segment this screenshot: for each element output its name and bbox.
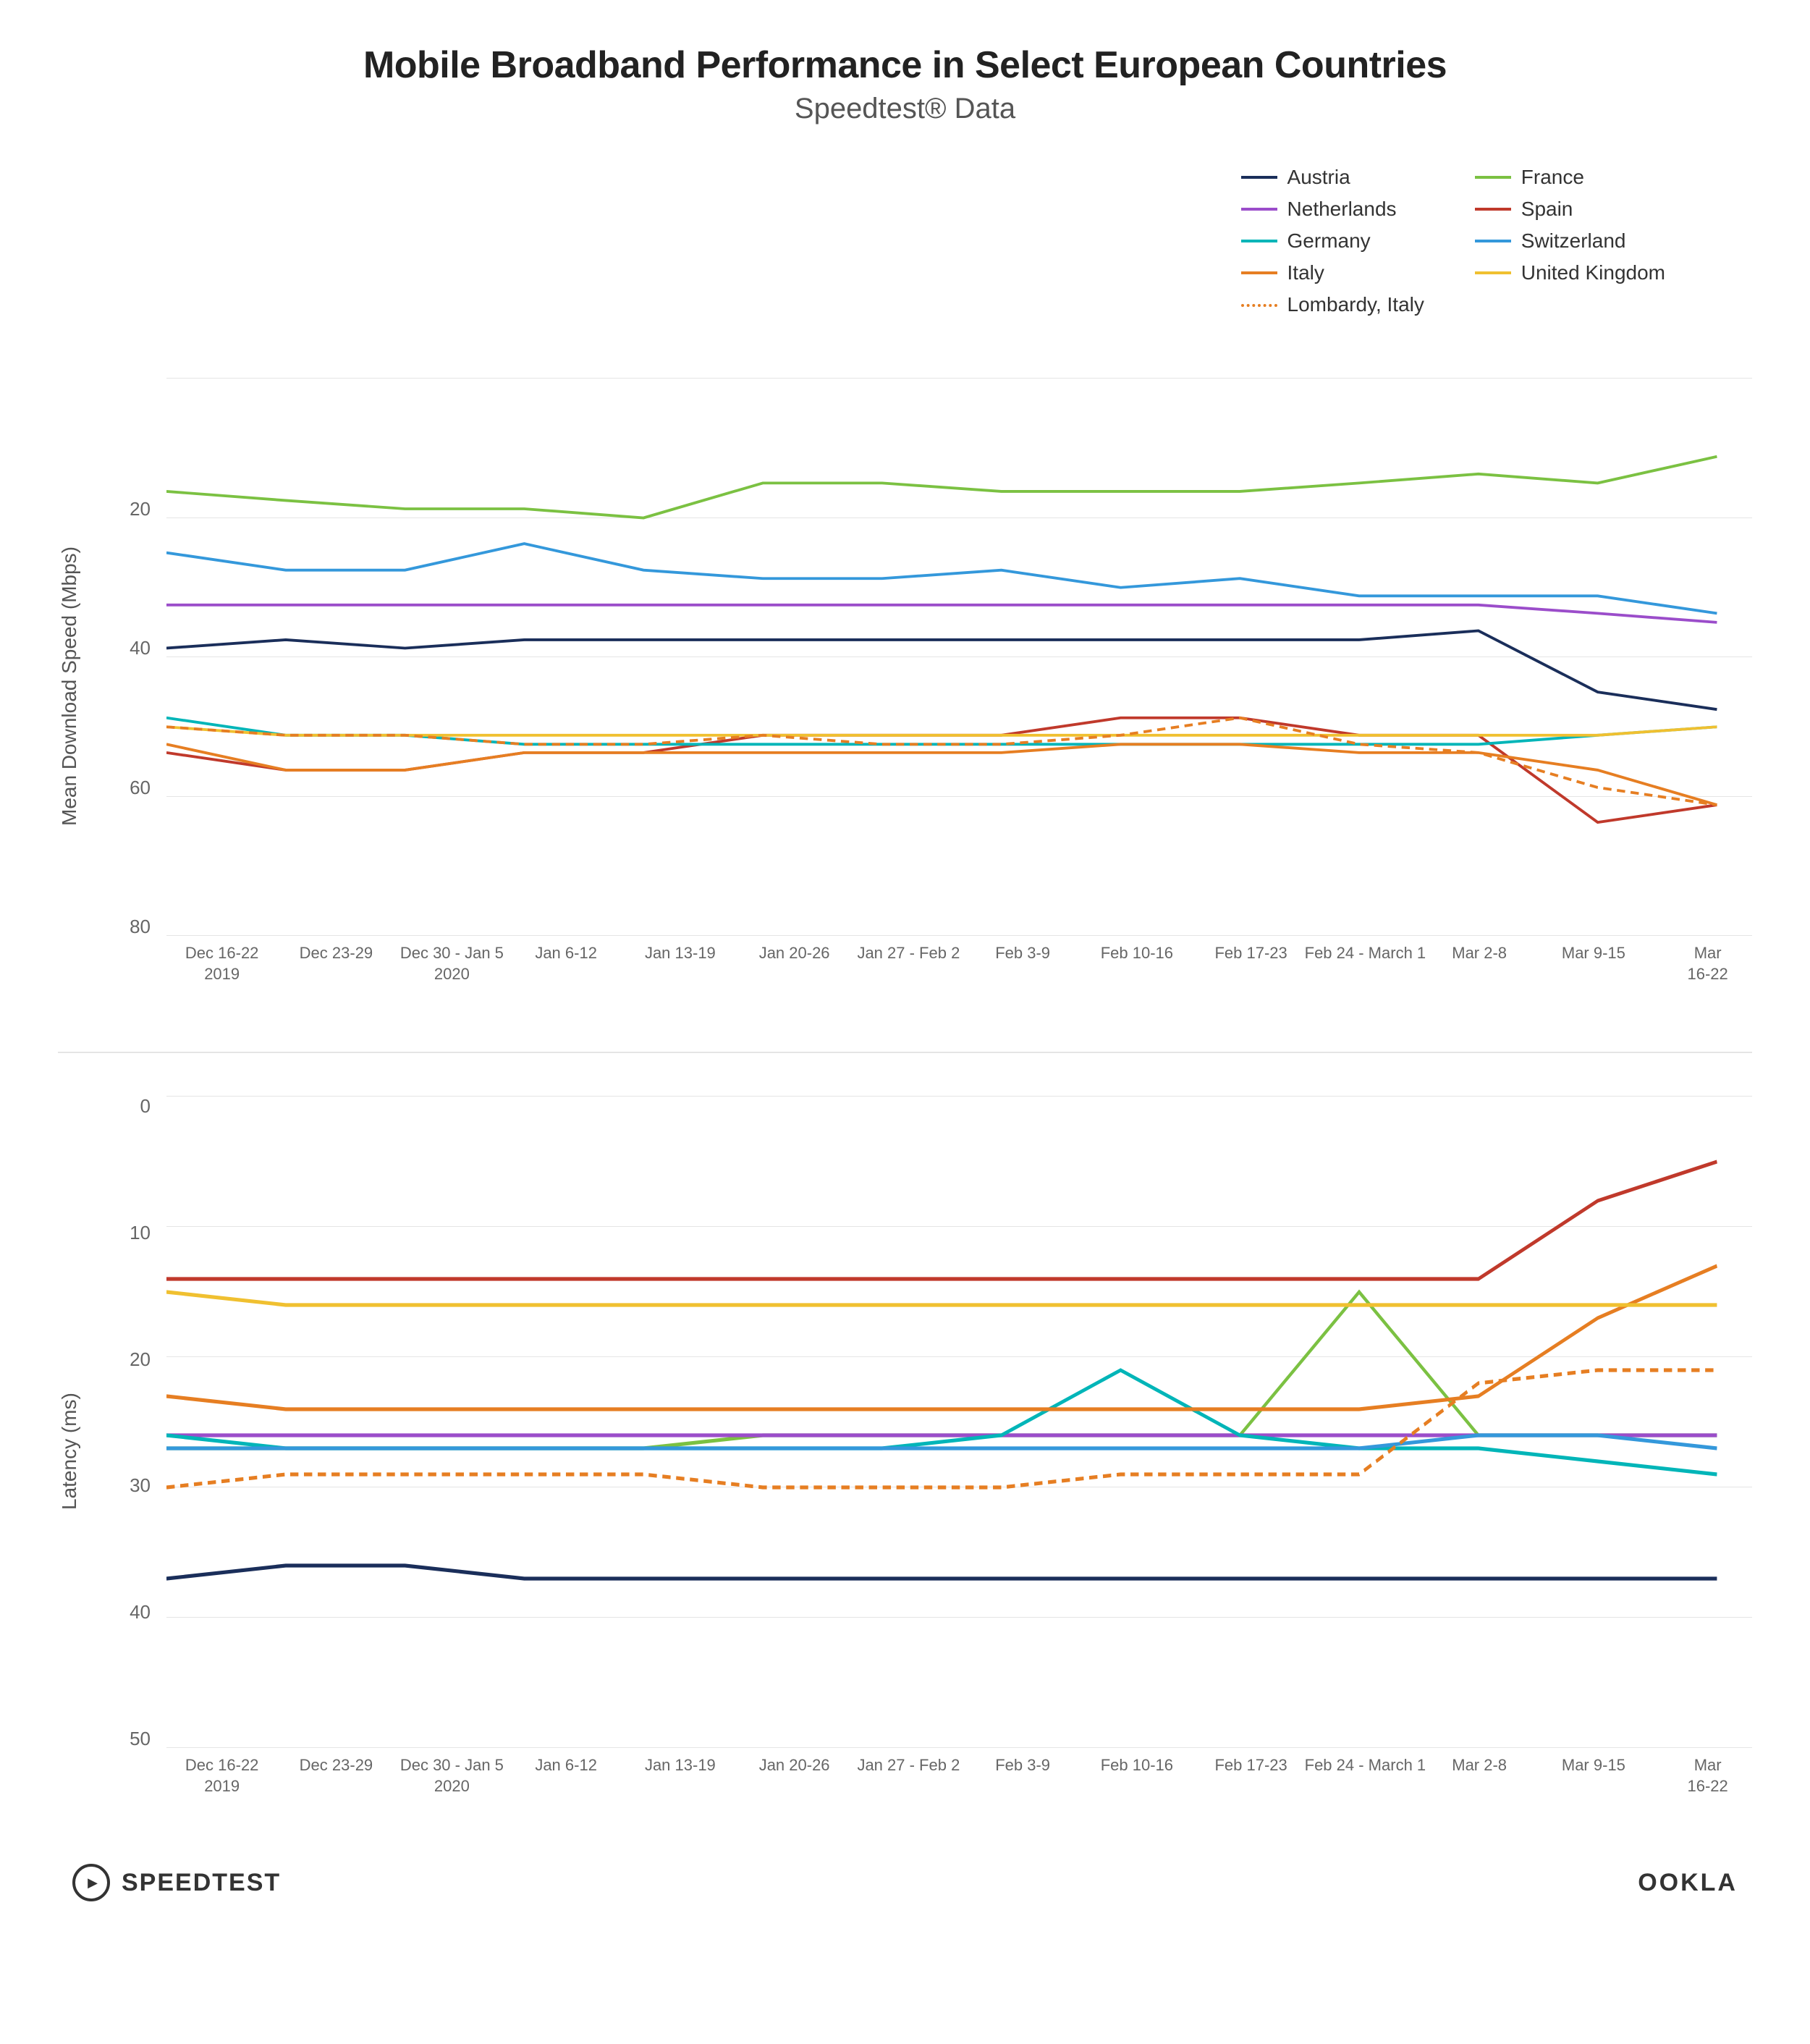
latency-grid — [166, 1097, 1752, 1748]
legend-item-france: Netherlands — [1241, 193, 1431, 225]
download-chart-inner: 80 60 40 20 — [109, 379, 1752, 994]
speedtest-icon — [72, 1864, 110, 1901]
latency-chart-svg — [166, 1097, 1752, 1748]
speedtest-logo: SPEEDTEST — [72, 1864, 281, 1901]
legend: Austria Netherlands Germany Italy Lombar… — [1241, 161, 1665, 321]
latency-chart-container: Latency (ms) 50 40 30 20 10 0 — [58, 1082, 1752, 1806]
page-subtitle: Speedtest® Data — [58, 93, 1752, 125]
legend-item-netherlands: France — [1475, 161, 1665, 193]
download-chart-container: Austria Netherlands Germany Italy Lombar… — [58, 161, 1752, 994]
chart-divider — [58, 1052, 1752, 1053]
download-x-axis: Dec 16-222019 Dec 23-29 Dec 30 - Jan 520… — [166, 936, 1752, 994]
download-grid — [166, 379, 1752, 936]
page-title: Mobile Broadband Performance in Select E… — [58, 43, 1752, 87]
legend-item-spain: Spain — [1475, 193, 1665, 225]
latency-chart-inner: 50 40 30 20 10 0 — [109, 1097, 1752, 1806]
legend-item-uk: United Kingdom — [1475, 257, 1665, 289]
speedtest-label: SPEEDTEST — [122, 1869, 281, 1897]
download-y-axis-label: Mean Download Speed (Mbps) — [58, 379, 94, 994]
legend-item-switzerland: Switzerland — [1475, 225, 1665, 257]
download-chart-svg — [166, 379, 1752, 936]
latency-y-axis-label: Latency (ms) — [58, 1097, 94, 1806]
download-y-axis: 80 60 40 20 — [109, 379, 159, 936]
footer: SPEEDTEST OOKLA — [58, 1864, 1752, 1901]
latency-y-axis: 50 40 30 20 10 0 — [109, 1097, 159, 1748]
legend-item-germany: Germany — [1241, 225, 1431, 257]
ookla-label: OOKLA — [1638, 1869, 1738, 1897]
legend-item-lombardy: Lombardy, Italy — [1241, 289, 1431, 321]
legend-item-austria: Austria — [1241, 161, 1431, 193]
legend-item-italy: Italy — [1241, 257, 1431, 289]
latency-x-axis: Dec 16-222019 Dec 23-29 Dec 30 - Jan 520… — [166, 1748, 1752, 1806]
